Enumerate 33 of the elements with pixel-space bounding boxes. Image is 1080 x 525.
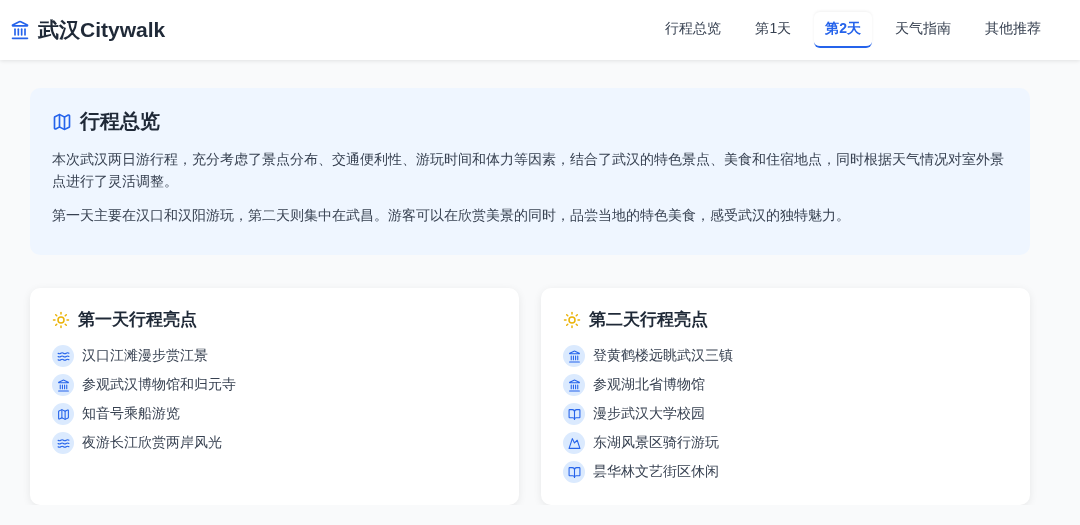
nav-tab[interactable]: 天气指南 — [884, 12, 962, 48]
landmark-icon — [52, 374, 74, 396]
nav-tab[interactable]: 第2天 — [814, 12, 872, 48]
overview-paragraph: 本次武汉两日游行程，充分考虑了景点分布、交通便利性、游玩时间和体力等因素，结合了武汉的特色景点、美食和住宿地点，同时根据天气情况对室外景点进行了灵活调整。 — [52, 151, 1005, 191]
section-title: 行程总览 — [80, 109, 160, 134]
card-title: 第二天行程亮点 — [589, 309, 708, 331]
nav-tab[interactable]: 第1天 — [744, 12, 803, 48]
site-logo[interactable]: 武汉Citywalk — [38, 16, 166, 44]
mountain-icon — [563, 432, 585, 454]
highlight-item: 知音号乘船游览 — [82, 405, 180, 423]
book-icon — [563, 403, 585, 425]
landmark-icon — [10, 20, 30, 40]
highlight-item: 参观武汉博物馆和归元寺 — [82, 376, 236, 394]
landmark-icon — [563, 374, 585, 396]
highlight-item: 夜游长江欣赏两岸风光 — [82, 434, 222, 452]
waves-icon — [52, 432, 74, 454]
highlight-item: 昙华林文艺街区休闲 — [593, 463, 719, 481]
map-icon — [52, 111, 72, 132]
landmark-icon — [563, 345, 585, 367]
waves-icon — [52, 345, 74, 367]
book-icon — [563, 461, 585, 483]
sun-icon — [563, 310, 581, 329]
sun-icon — [52, 310, 70, 329]
highlight-item: 登黄鹤楼远眺武汉三镇 — [593, 347, 733, 365]
nav-tab[interactable]: 行程总览 — [654, 12, 733, 48]
highlight-item: 参观湖北省博物馆 — [593, 376, 705, 394]
map-icon — [52, 403, 74, 425]
highlight-item: 汉口江滩漫步赏江景 — [82, 347, 208, 365]
overview-paragraph: 第一天主要在汉口和汉阳游玩，第二天则集中在武昌。游客可以在欣赏美景的同时，品尝当地的特色美食，感受武汉的独特魅力。 — [52, 207, 851, 225]
nav-tab[interactable]: 其他推荐 — [974, 12, 1052, 48]
highlight-item: 东湖风景区骑行游玩 — [593, 434, 719, 452]
highlight-item: 漫步武汉大学校园 — [593, 405, 705, 423]
card-title: 第一天行程亮点 — [78, 309, 197, 331]
